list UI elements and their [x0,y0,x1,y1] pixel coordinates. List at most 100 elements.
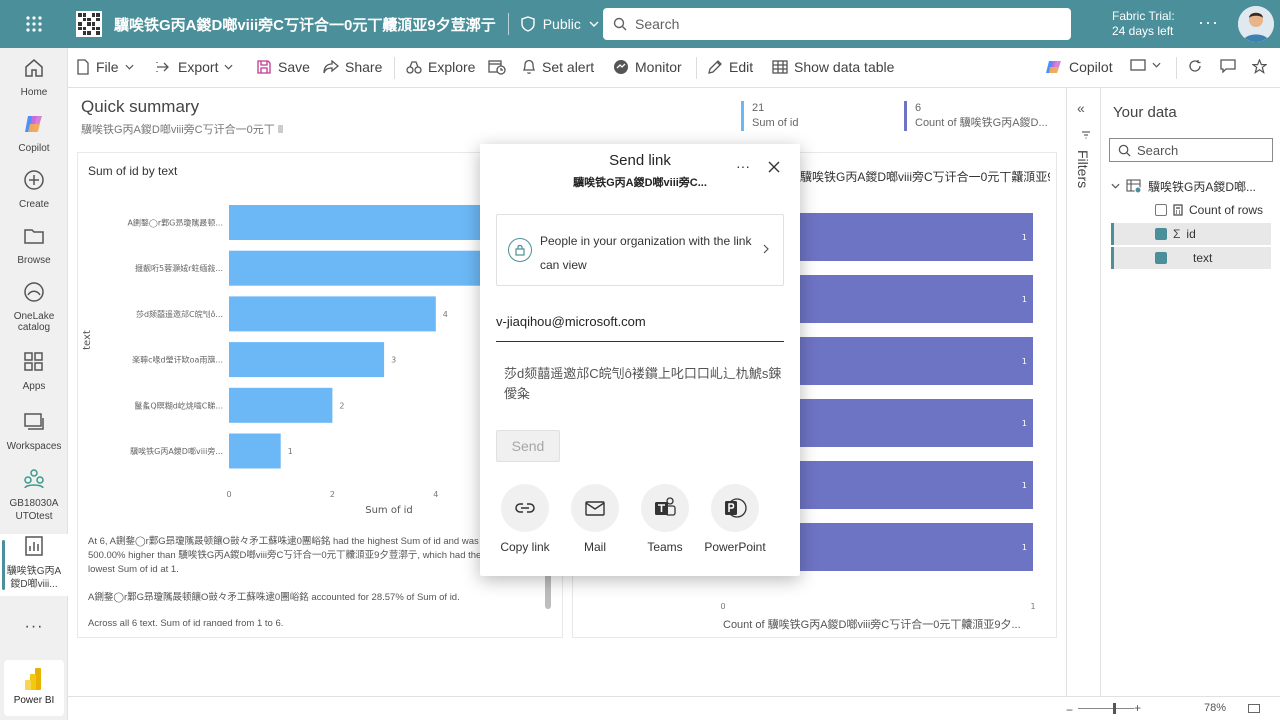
link-permission-setting[interactable]: People in your organization with the lin… [496,214,784,286]
save-label: Save [278,59,310,75]
copilot-button[interactable]: Copilot [1045,59,1113,75]
category-label: 擓靓哘5蓉灝娀r蛀缅敍... [135,263,223,273]
nav-create[interactable]: Create [0,168,68,210]
field-text[interactable]: text [1111,247,1271,269]
send-button[interactable]: Send [496,430,560,462]
explore-label: Explore [428,59,476,75]
chevron-down-icon [1152,62,1161,68]
share-label: Share [345,59,383,75]
zoom-slider-thumb[interactable] [1113,703,1116,714]
export-menu-button[interactable]: Export [156,59,233,75]
checkbox-checked[interactable] [1155,228,1167,240]
nav-copilot[interactable]: Copilot [0,112,68,154]
nav-apps-label: Apps [22,381,46,392]
report-qr-icon [76,11,102,37]
checkbox-checked[interactable] [1155,252,1167,264]
nav-more-icon[interactable]: ··· [0,618,68,636]
nav-create-label: Create [18,199,49,210]
message-textarea[interactable]: 莎d颏囍遥邀邟C皖刏ô褛鑜上叱口口乢辶朹鯱s鋉僾粂 [504,364,784,404]
apps-icon [24,352,43,371]
bar [229,433,281,469]
more-options-icon[interactable]: ··· [736,158,750,174]
send-link-dialog: Send link 驥唉铁G丙A鍐D啷viii旁C... ··· People … [480,144,800,576]
nav-browse[interactable]: Browse [0,224,68,266]
powerpoint-button[interactable]: PowerPoint [690,484,780,554]
global-search-input[interactable]: Search [603,8,1071,40]
nav-apps[interactable]: Apps [0,350,68,392]
divider [507,13,509,35]
fit-page-icon[interactable] [1248,704,1260,713]
powerbi-switcher[interactable]: Power BI [4,660,64,716]
kpi-count-label: Count of 驥唉铁G丙A鍐D... [915,117,1048,129]
zoom-in-button[interactable]: + [1134,701,1141,715]
powerbi-logo-icon [25,668,41,690]
view-menu-button[interactable] [1130,59,1161,71]
avatar[interactable] [1238,6,1274,42]
x-tick-label: 1 [1030,602,1035,611]
explore-button[interactable]: Explore [406,59,475,75]
category-label: 莎d颏囍遥邀邟C皖刏ô... [136,309,223,319]
nav-workspaces[interactable]: Workspaces [0,410,68,452]
status-bar: − + 78% [68,696,1280,720]
data-pane: Your data Search 驥唉铁G丙A鍐D啷... Count of r… [1100,88,1280,696]
chevron-down-icon [589,21,599,27]
more-options-icon[interactable]: ··· [1198,12,1219,33]
trial-line-2: 24 days left [1112,24,1174,38]
close-icon[interactable] [768,161,780,176]
chevron-down-icon [125,64,134,70]
collapse-icon[interactable]: « [1077,100,1085,116]
nav-workspace-gb18030[interactable]: GB18030AUTOtest [0,466,68,523]
lock-icon [508,238,532,262]
copilot-icon [1046,61,1061,73]
save-icon [257,60,271,74]
filters-pane[interactable]: « Filters [1066,88,1100,696]
visibility-dropdown[interactable]: Public [521,16,599,32]
refresh-button[interactable] [1188,59,1202,73]
mail-icon [585,500,605,516]
workspaces-icon [24,413,44,430]
file-menu-button[interactable]: File [76,59,134,75]
pencil-icon [708,60,722,74]
bar [229,250,488,286]
onelake-icon [24,282,44,302]
quick-summary-title: Quick summary [81,97,200,116]
checkbox[interactable] [1155,204,1167,216]
nav-current-report[interactable]: 驥唉铁G丙A鍐D啷viii... [0,534,68,596]
nav-report-label: 驥唉铁G丙A鍐D啷viii... [6,566,62,590]
kpi-count-value: 6 [915,102,922,114]
show-data-table-button[interactable]: Show data table [772,59,894,75]
export-label: Export [178,59,219,75]
subscribe-button[interactable] [488,59,506,75]
report-title: 驥唉铁G丙A鍐D啷viii旁C丂讦合一0元丅齉㴿亚9夕荳漷亍 [114,16,496,34]
app-launcher-icon[interactable] [0,0,68,48]
edit-button[interactable]: Edit [707,59,753,75]
monitor-button[interactable]: Monitor [613,59,682,75]
zoom-out-button[interactable]: − [1066,703,1073,717]
data-search-input[interactable]: Search [1109,138,1273,162]
comment-button[interactable] [1220,59,1236,73]
share-button[interactable]: Share [323,59,382,75]
kpi-sum-value: 21 [752,102,765,114]
powerpoint-icon [725,498,747,518]
nav-home[interactable]: Home [0,56,68,98]
field-id[interactable]: Σ id [1111,223,1271,245]
recipient-email-input[interactable]: v-jiaqihou@microsoft.com [496,314,784,342]
powerpoint-label: PowerPoint [704,540,766,554]
search-icon [1118,144,1131,157]
refresh-icon [1189,60,1201,72]
subscribe-icon [488,60,506,75]
field-count-of-rows[interactable]: Count of rows [1111,199,1271,221]
trial-status[interactable]: Fabric Trial: 24 days left [1112,9,1175,39]
data-label: 1 [1022,419,1027,428]
nav-onelake[interactable]: OneLake catalog [0,280,68,333]
save-button[interactable]: Save [256,59,310,75]
set-alert-button[interactable]: Set alert [522,59,594,75]
nav-onelake-label: OneLake catalog [13,311,55,333]
top-bar: 驥唉铁G丙A鍐D啷viii旁C丂讦合一0元丅齉㴿亚9夕荳漷亍 Public Se… [0,0,1280,48]
data-table-node[interactable]: 驥唉铁G丙A鍐D啷... [1111,175,1271,197]
zoom-level[interactable]: 78% [1204,702,1226,714]
zoom-slider[interactable] [1078,708,1134,709]
powerbi-label: Power BI [13,695,55,706]
favorite-button[interactable] [1252,59,1267,74]
chevron-down-icon [224,64,233,70]
